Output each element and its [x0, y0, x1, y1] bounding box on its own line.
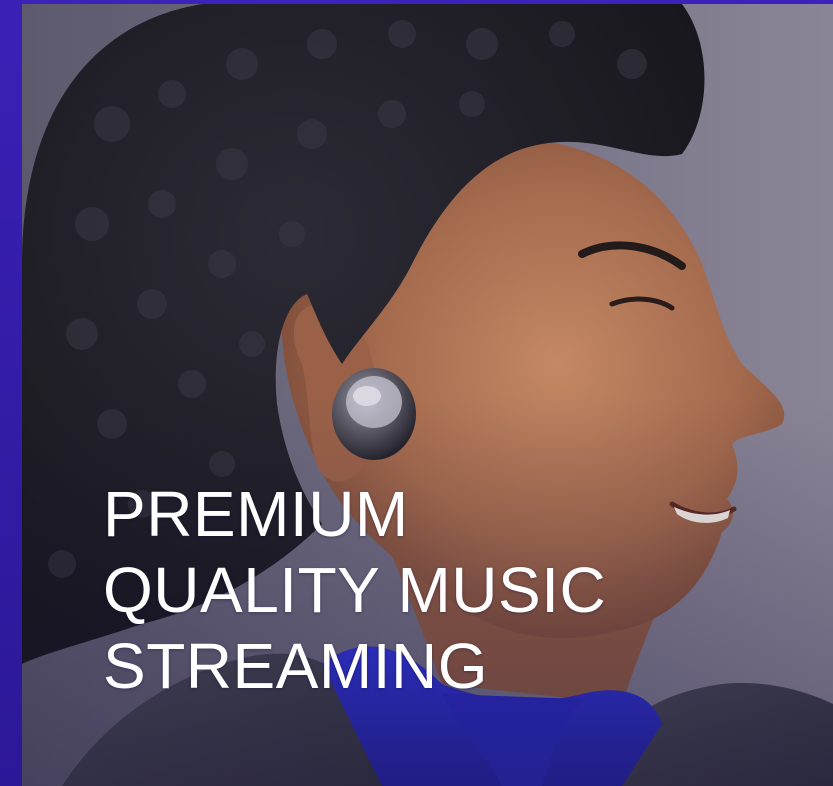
- hero-headline: PREMIUM QUALITY MUSIC STREAMING: [103, 476, 606, 704]
- headline-line-3: STREAMING: [103, 630, 488, 702]
- headline-line-1: PREMIUM: [103, 478, 409, 550]
- left-border: [0, 0, 22, 786]
- headline-line-2: QUALITY MUSIC: [103, 554, 607, 626]
- top-border: [0, 0, 833, 4]
- hero-banner: PREMIUM QUALITY MUSIC STREAMING: [0, 0, 833, 786]
